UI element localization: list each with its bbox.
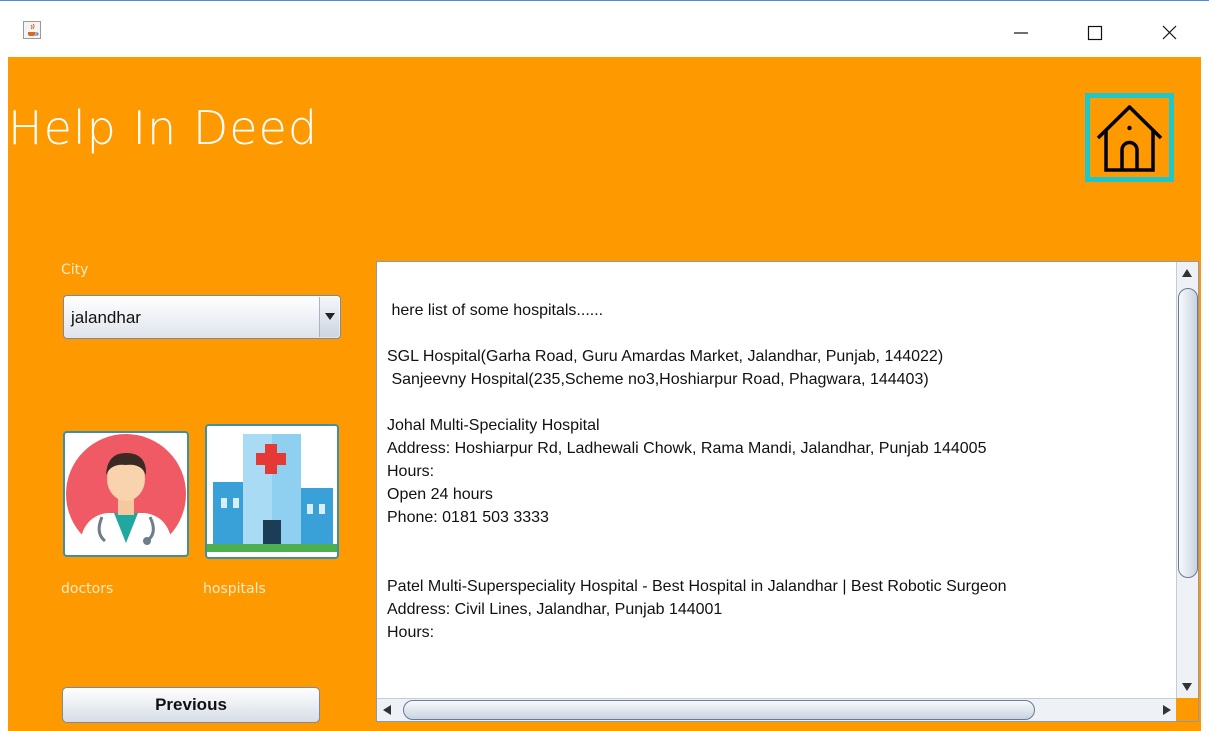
minimize-button[interactable]	[998, 9, 1044, 55]
doctor-icon	[66, 434, 186, 555]
maximize-button[interactable]	[1072, 9, 1118, 55]
doctors-button[interactable]	[63, 431, 189, 557]
home-button[interactable]	[1085, 93, 1174, 182]
chevron-down-icon	[325, 313, 335, 320]
vertical-scrollbar[interactable]	[1176, 262, 1198, 699]
previous-button[interactable]: Previous	[62, 687, 320, 723]
doctors-label: doctors	[61, 581, 114, 597]
city-select-value: jalandhar	[71, 308, 141, 327]
app-title: Help In Deed	[8, 101, 319, 155]
arrow-left-icon	[383, 705, 391, 715]
dropdown-arrow-button[interactable]	[319, 297, 339, 337]
hospital-list-textarea[interactable]: here list of some hospitals...... SGL Ho…	[376, 261, 1199, 722]
close-button[interactable]	[1146, 9, 1192, 55]
home-icon	[1096, 105, 1163, 172]
hospital-building-icon	[207, 426, 337, 557]
vertical-scroll-thumb[interactable]	[1178, 288, 1198, 578]
arrow-down-icon	[1182, 683, 1192, 691]
main-panel: Help In Deed City jalandhar doctors hosp…	[8, 57, 1201, 731]
horizontal-scrollbar[interactable]	[377, 698, 1177, 721]
horizontal-scroll-thumb[interactable]	[403, 700, 1035, 720]
minimize-icon	[1014, 32, 1028, 34]
city-select[interactable]: jalandhar	[63, 295, 341, 339]
hospital-list-text[interactable]: here list of some hospitals...... SGL Ho…	[387, 299, 1167, 699]
maximize-icon	[1087, 25, 1103, 41]
close-icon	[1162, 25, 1177, 40]
arrow-right-icon	[1163, 705, 1171, 715]
scroll-up-button[interactable]	[1179, 264, 1196, 283]
city-label: City	[61, 262, 89, 278]
scroll-right-button[interactable]	[1158, 702, 1174, 718]
scroll-corner	[1176, 698, 1198, 721]
scroll-down-button[interactable]	[1179, 678, 1196, 697]
hospitals-label: hospitals	[203, 581, 266, 597]
arrow-up-icon	[1182, 269, 1192, 277]
java-coffee-icon	[23, 21, 41, 39]
scroll-left-button[interactable]	[380, 702, 396, 718]
title-bar	[0, 0, 1209, 57]
hospitals-button[interactable]	[205, 424, 339, 559]
